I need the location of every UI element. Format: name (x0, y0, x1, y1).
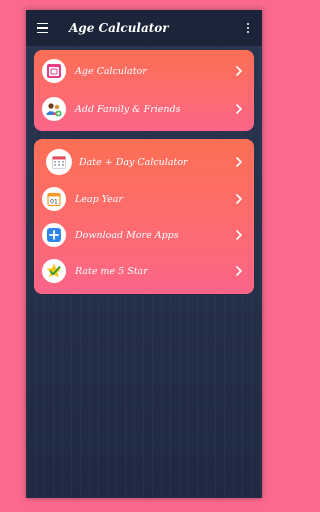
menu-item-add-family-friends[interactable]: Add Family & Friends (34, 92, 254, 126)
menu-item-label: Date + Day Calculator (79, 156, 188, 168)
calendar-grid-icon (46, 149, 72, 175)
tools-menu-card: Date + Day Calculator 01 Leap Year Downl… (34, 139, 254, 294)
main-menu-card: Age Calculator Add Family & Friends (34, 50, 254, 131)
app-bar: Age Calculator (26, 10, 262, 46)
chevron-right-icon (234, 266, 244, 276)
svg-text:01: 01 (50, 199, 58, 206)
menu-item-leap-year[interactable]: 01 Leap Year (34, 182, 254, 216)
chevron-right-icon (234, 230, 244, 240)
chevron-right-icon (234, 66, 244, 76)
menu-item-label: Age Calculator (75, 65, 147, 77)
hamburger-menu-icon[interactable] (37, 10, 55, 46)
menu-item-age-calculator[interactable]: Age Calculator (34, 54, 254, 88)
menu-item-label: Download More Apps (75, 229, 179, 241)
menu-item-download-more-apps[interactable]: Download More Apps (34, 218, 254, 252)
star-check-icon (42, 259, 66, 283)
family-icon (42, 97, 66, 121)
calendar-01-icon: 01 (42, 187, 66, 211)
chevron-right-icon (234, 194, 244, 204)
menu-item-rate-me[interactable]: Rate me 5 Star (34, 254, 254, 288)
menu-item-label: Leap Year (75, 193, 123, 205)
calendar-icon (42, 59, 66, 83)
chevron-right-icon (234, 104, 244, 114)
menu-item-label: Add Family & Friends (75, 103, 181, 115)
app-title: Age Calculator (69, 21, 169, 35)
menu-item-label: Rate me 5 Star (75, 265, 148, 277)
plus-icon (42, 223, 66, 247)
more-options-icon[interactable] (240, 10, 256, 46)
chevron-right-icon (234, 157, 244, 167)
app-screen: Age Calculator Age Calculator Add Family… (26, 10, 262, 498)
menu-item-date-day-calculator[interactable]: Date + Day Calculator (34, 145, 254, 179)
